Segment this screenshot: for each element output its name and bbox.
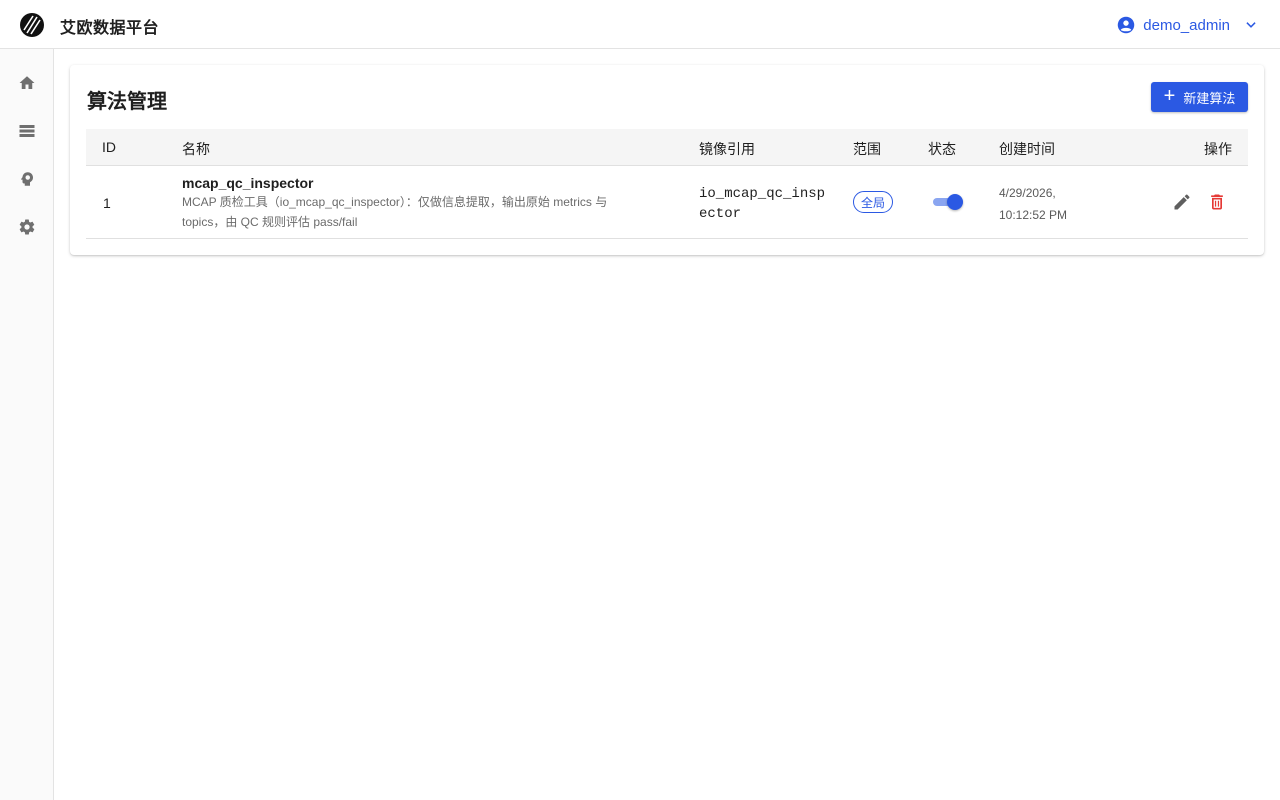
table-header: ID 名称 镜像引用 范围 状态 创建时间 操作 (86, 129, 1248, 166)
scope-badge: 全局 (853, 191, 894, 213)
algorithm-name: mcap_qc_inspector (182, 175, 314, 191)
row-id: 1 (103, 195, 111, 211)
algorithm-card: 算法管理 + 新建算法 ID 名称 镜像引用 范围 状态 创建时间 操作 1 m… (70, 65, 1264, 255)
header-name[interactable]: 名称 (182, 139, 210, 159)
sidebar-item-settings[interactable] (15, 215, 39, 239)
created-clock: 10:12:52 PM (999, 208, 1068, 222)
header-scope[interactable]: 范围 (853, 139, 881, 159)
plus-icon: + (1163, 85, 1176, 107)
new-algorithm-label: 新建算法 (1183, 90, 1236, 106)
created-date: 4/29/2026, (999, 186, 1056, 200)
main-content: 算法管理 + 新建算法 ID 名称 镜像引用 范围 状态 创建时间 操作 1 m… (54, 49, 1280, 800)
gear-icon (19, 219, 35, 235)
header-status[interactable]: 状态 (928, 139, 956, 159)
edit-icon[interactable] (1172, 192, 1192, 212)
account-circle-icon (1118, 16, 1135, 34)
sidebar-item-home[interactable] (15, 71, 39, 95)
row-name-cell: mcap_qc_inspector MCAP 质检工具（io_mcap_qc_i… (182, 175, 652, 232)
table-row[interactable]: 1 mcap_qc_inspector MCAP 质检工具（io_mcap_qc… (86, 166, 1248, 239)
created-time: 4/29/2026, 10:12:52 PM (999, 182, 1067, 226)
home-icon (19, 76, 35, 89)
top-bar: 艾欧数据平台 demo_admin (0, 0, 1280, 49)
user-menu[interactable]: demo_admin (1117, 13, 1258, 37)
app-title: 艾欧数据平台 (60, 20, 160, 37)
toggle-knob (947, 194, 963, 210)
algorithm-description: MCAP 质检工具（io_mcap_qc_inspector）：仅做信息提取，输… (182, 195, 608, 229)
sidebar (0, 49, 54, 800)
sidebar-item-algorithm[interactable] (15, 167, 39, 191)
new-algorithm-button[interactable]: + 新建算法 (1151, 82, 1248, 112)
page-title: 算法管理 (87, 91, 167, 113)
algorithm-table: ID 名称 镜像引用 范围 状态 创建时间 操作 1 mcap_qc_inspe… (86, 129, 1248, 239)
storage-icon (19, 125, 35, 137)
logo-icon[interactable] (19, 12, 45, 38)
chevron-down-icon (1246, 22, 1256, 28)
header-actions: 操作 (1204, 141, 1232, 157)
header-created[interactable]: 创建时间 (999, 139, 1055, 159)
sidebar-item-data[interactable] (15, 119, 39, 143)
header-image[interactable]: 镜像引用 (699, 139, 755, 159)
header-id[interactable]: ID (102, 139, 116, 155)
status-toggle[interactable] (933, 194, 963, 210)
username: demo_admin (1143, 16, 1230, 34)
delete-icon[interactable] (1207, 192, 1227, 212)
psychology-icon (21, 172, 33, 186)
image-reference: io_mcap_qc_inspector (699, 186, 826, 222)
